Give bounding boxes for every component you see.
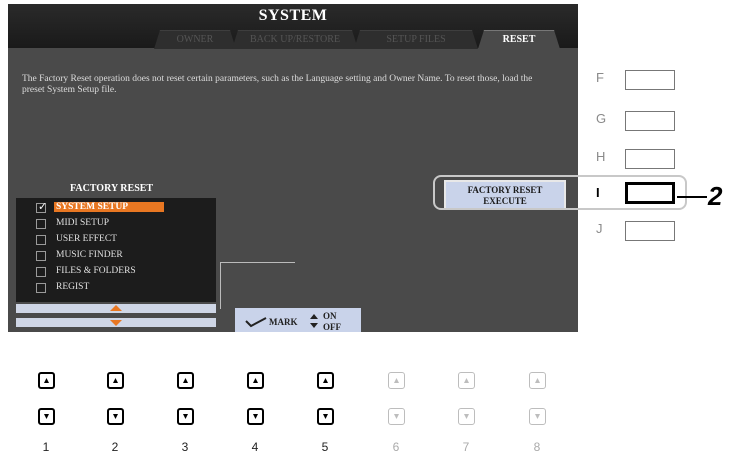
- arrow-down-icon: [110, 320, 122, 326]
- check-icon: [245, 317, 267, 328]
- button-8-up[interactable]: [529, 372, 546, 389]
- button-1-up[interactable]: [38, 372, 55, 389]
- side-label-j: J: [596, 221, 603, 236]
- button-7-down[interactable]: [458, 408, 475, 425]
- arrow-up-icon: [323, 378, 328, 383]
- button-6-up[interactable]: [388, 372, 405, 389]
- list-item-label: USER EFFECT: [56, 234, 117, 244]
- button-number-5: 5: [321, 440, 329, 454]
- arrow-up-icon: [113, 378, 118, 383]
- arrow-down-icon: [394, 414, 399, 419]
- arrow-up-icon: [394, 378, 399, 383]
- button-2-down[interactable]: [107, 408, 124, 425]
- arrow-down-icon: [253, 414, 258, 419]
- list-item-regist[interactable]: REGIST: [16, 280, 216, 296]
- arrow-up-icon: [535, 378, 540, 383]
- button-number-1: 1: [42, 440, 50, 454]
- list-item-midi-setup[interactable]: MIDI SETUP: [16, 216, 216, 232]
- button-8-down[interactable]: [529, 408, 546, 425]
- button-3-up[interactable]: [177, 372, 194, 389]
- button-6-down[interactable]: [388, 408, 405, 425]
- arrow-up-icon: [253, 378, 258, 383]
- list-item-files-folders[interactable]: FILES & FOLDERS: [16, 264, 216, 280]
- button-4-down[interactable]: [247, 408, 264, 425]
- page-title: SYSTEM: [258, 7, 328, 24]
- tab-setup-files[interactable]: SETUP FILES: [354, 30, 478, 49]
- side-label-i: I: [596, 185, 600, 200]
- factory-reset-list: ✓ SYSTEM SETUP MIDI SETUP USER EFFECT MU…: [16, 198, 216, 302]
- button-number-7: 7: [462, 440, 470, 454]
- side-button-h[interactable]: [625, 149, 675, 169]
- step-number: 2: [708, 181, 723, 211]
- connector-line: [220, 262, 295, 309]
- button-number-8: 8: [533, 440, 541, 454]
- checkbox[interactable]: [36, 283, 46, 293]
- button-5-down[interactable]: [317, 408, 334, 425]
- checkbox[interactable]: [36, 219, 46, 229]
- button-1-down[interactable]: [38, 408, 55, 425]
- button-number-3: 3: [181, 440, 189, 454]
- side-button-j[interactable]: [625, 221, 675, 241]
- list-item-label: MUSIC FINDER: [56, 250, 123, 260]
- side-label-g: G: [596, 111, 607, 126]
- side-button-i[interactable]: [625, 182, 675, 204]
- list-item-system-setup[interactable]: ✓ SYSTEM SETUP: [16, 200, 216, 216]
- list-item-label: FILES & FOLDERS: [56, 266, 136, 276]
- button-number-6: 6: [392, 440, 400, 454]
- list-item-label: REGIST: [56, 282, 90, 292]
- side-label-f: F: [596, 70, 604, 85]
- button-4-up[interactable]: [247, 372, 264, 389]
- checkbox[interactable]: [36, 267, 46, 277]
- button-2-up[interactable]: [107, 372, 124, 389]
- arrow-up-icon: [44, 378, 49, 383]
- arrow-up-icon: [464, 378, 469, 383]
- factory-reset-heading: FACTORY RESET: [70, 183, 154, 194]
- title-bar: SYSTEM OWNER BACK UP/RESTORE SETUP FILES…: [8, 4, 578, 48]
- list-item-music-finder[interactable]: MUSIC FINDER: [16, 248, 216, 264]
- scroll-up-button[interactable]: [16, 304, 216, 313]
- list-item-label: MIDI SETUP: [56, 218, 110, 228]
- on-label: ON: [323, 311, 337, 321]
- tab-backup-restore[interactable]: BACK UP/RESTORE: [232, 30, 358, 49]
- side-button-g[interactable]: [625, 111, 675, 131]
- arrow-down-icon: [183, 414, 188, 419]
- arrow-down-icon: [113, 414, 118, 419]
- info-text: The Factory Reset operation does not res…: [22, 74, 533, 95]
- checkmark-icon: ✓: [38, 201, 48, 213]
- list-item-user-effect[interactable]: USER EFFECT: [16, 232, 216, 248]
- lcd-screen: SYSTEM OWNER BACK UP/RESTORE SETUP FILES…: [8, 4, 578, 332]
- button-3-down[interactable]: [177, 408, 194, 425]
- list-item-label: SYSTEM SETUP: [54, 202, 165, 212]
- tab-owner[interactable]: OWNER: [154, 30, 236, 49]
- mark-label: MARK: [269, 317, 298, 327]
- button-5-up[interactable]: [317, 372, 334, 389]
- arrow-down-icon: [323, 414, 328, 419]
- step-callout-line: [677, 196, 707, 198]
- arrow-down-icon: [535, 414, 540, 419]
- checkbox[interactable]: [36, 251, 46, 261]
- off-label: OFF: [323, 322, 341, 332]
- scroll-down-button[interactable]: [16, 318, 216, 327]
- arrow-down-icon: [44, 414, 49, 419]
- mark-on-off-bar: MARK ON OFF: [235, 308, 361, 332]
- arrow-down-icon: [464, 414, 469, 419]
- arrow-up-icon: [183, 378, 188, 383]
- button-number-2: 2: [111, 440, 119, 454]
- checkbox[interactable]: [36, 235, 46, 245]
- side-button-f[interactable]: [625, 70, 675, 90]
- button-number-4: 4: [251, 440, 259, 454]
- tab-reset[interactable]: RESET: [478, 30, 560, 49]
- button-7-up[interactable]: [458, 372, 475, 389]
- up-down-arrows-icon: [310, 314, 318, 328]
- arrow-up-icon: [110, 305, 122, 311]
- side-label-h: H: [596, 149, 606, 164]
